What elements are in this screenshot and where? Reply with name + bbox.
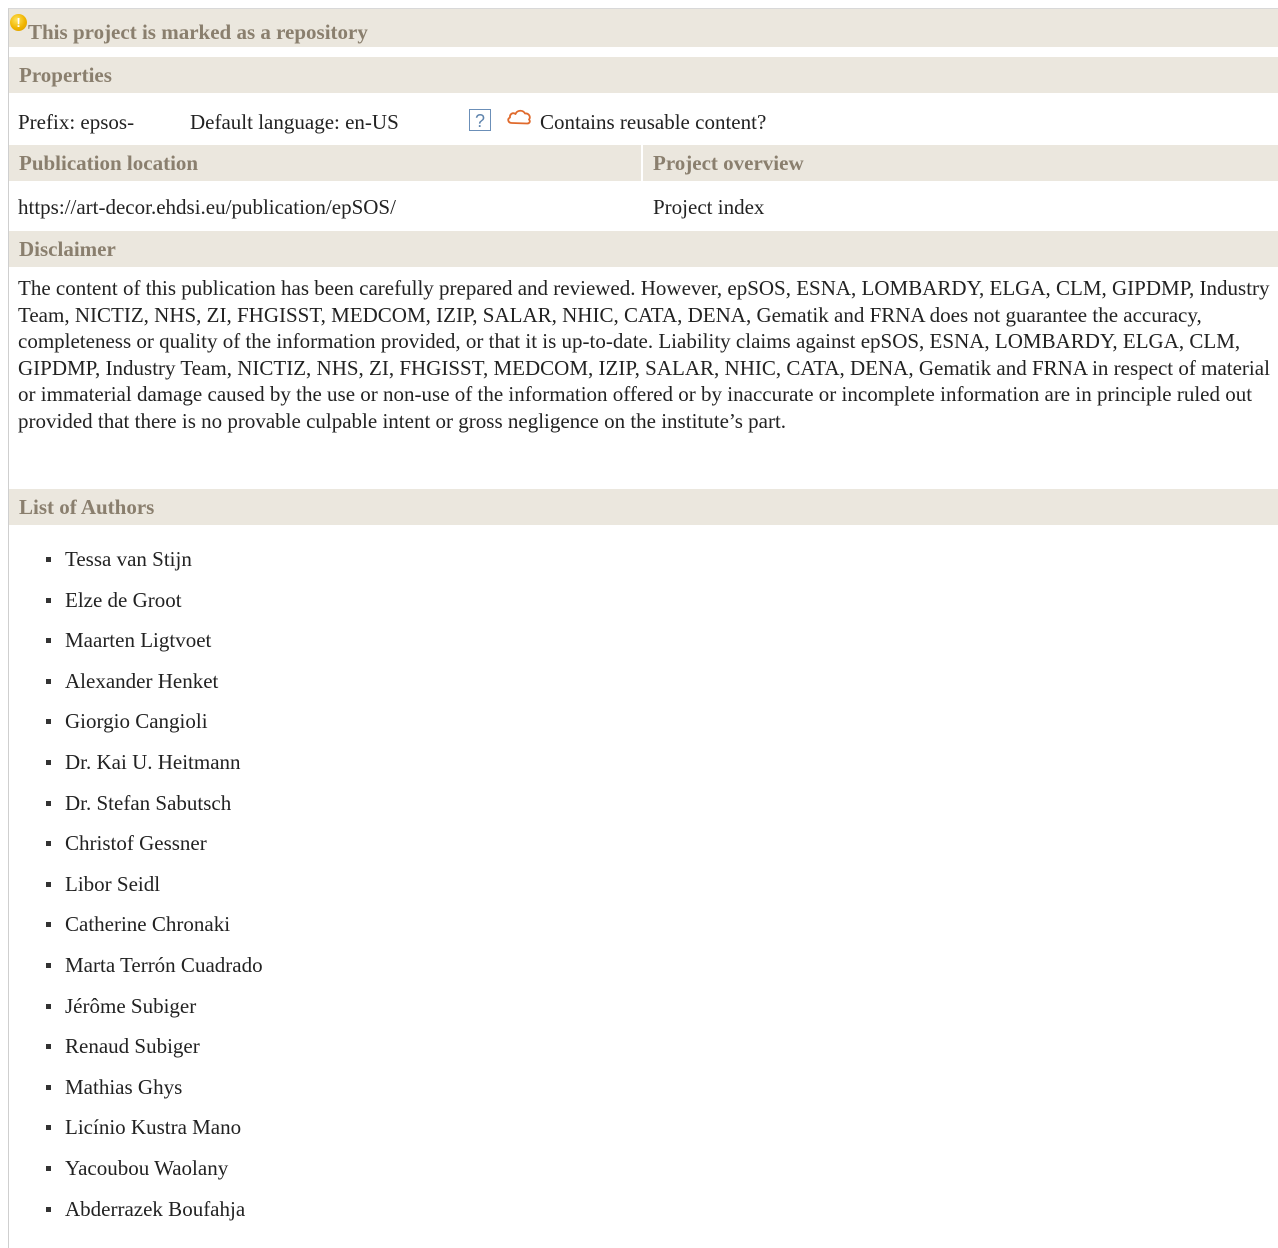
bullet-icon bbox=[46, 881, 51, 887]
warning-icon: ! bbox=[10, 14, 27, 31]
repository-notice-bar: ! This project is marked as a repository bbox=[9, 9, 1278, 47]
author-name: Alexander Henket bbox=[65, 668, 219, 693]
list-item: Tessa van Stijn bbox=[46, 543, 263, 584]
author-name: Jérôme Subiger bbox=[65, 993, 197, 1018]
bullet-icon bbox=[46, 962, 51, 968]
author-name: Christof Gessner bbox=[65, 831, 207, 856]
author-name: Dr. Stefan Sabutsch bbox=[65, 790, 232, 815]
author-name: Catherine Chronaki bbox=[65, 912, 231, 937]
bullet-icon bbox=[46, 557, 51, 562]
project-overview-header: Project overview bbox=[643, 145, 1278, 181]
default-language-label: Default language: en-US bbox=[190, 110, 399, 134]
author-name: Abderrazek Boufahja bbox=[65, 1196, 246, 1221]
bullet-icon bbox=[46, 1044, 51, 1050]
bullet-icon bbox=[46, 1125, 51, 1131]
disclaimer-text: The content of this publication has been… bbox=[18, 276, 1270, 433]
list-item: Licínio Kustra Mano bbox=[46, 1111, 263, 1152]
list-item: Jérôme Subiger bbox=[46, 990, 263, 1031]
bullet-icon bbox=[46, 678, 51, 684]
publication-location-header: Publication location bbox=[9, 145, 641, 181]
bullet-icon bbox=[46, 719, 51, 725]
list-item: Libor Seidl bbox=[46, 868, 263, 909]
bullet-icon bbox=[46, 1165, 51, 1171]
project-overview-header-text: Project overview bbox=[653, 151, 804, 175]
list-item: Renaud Subiger bbox=[46, 1030, 263, 1071]
author-name: Libor Seidl bbox=[65, 871, 161, 896]
author-name: Marta Terrón Cuadrado bbox=[65, 952, 263, 977]
repository-notice-text: This project is marked as a repository bbox=[28, 20, 368, 44]
list-item: Christof Gessner bbox=[46, 827, 263, 868]
author-name: Giorgio Cangioli bbox=[65, 709, 208, 734]
list-item: Alexander Henket bbox=[46, 665, 263, 706]
list-item: Catherine Chronaki bbox=[46, 908, 263, 949]
cloud-icon[interactable] bbox=[506, 108, 532, 126]
help-icon[interactable]: ? bbox=[469, 109, 491, 131]
authors-header-text: List of Authors bbox=[19, 495, 155, 519]
author-name: Mathias Ghys bbox=[65, 1074, 183, 1099]
author-name: Renaud Subiger bbox=[65, 1034, 200, 1059]
properties-header-text: Properties bbox=[19, 63, 112, 87]
list-item: Abderrazek Boufahja bbox=[46, 1193, 263, 1234]
prefix-label: Prefix: epsos- bbox=[18, 110, 135, 134]
bullet-icon bbox=[46, 597, 51, 603]
list-item: Maarten Ligtvoet bbox=[46, 624, 263, 665]
list-item: Dr. Kai U. Heitmann bbox=[46, 746, 263, 787]
project-index-link[interactable]: Project index bbox=[653, 194, 764, 220]
author-name: Tessa van Stijn bbox=[65, 547, 192, 571]
bullet-icon bbox=[46, 800, 51, 806]
properties-header: Properties bbox=[9, 57, 1278, 93]
bullet-icon bbox=[46, 1003, 51, 1009]
reusable-content-label: Contains reusable content? bbox=[540, 110, 767, 134]
bullet-icon bbox=[46, 1206, 51, 1212]
author-name: Dr. Kai U. Heitmann bbox=[65, 749, 241, 774]
bullet-icon bbox=[46, 1084, 51, 1090]
list-item: Dr. Stefan Sabutsch bbox=[46, 787, 263, 828]
list-item: Elze de Groot bbox=[46, 584, 263, 625]
publication-location-header-text: Publication location bbox=[19, 151, 199, 175]
bullet-icon bbox=[46, 922, 51, 928]
author-name: Elze de Groot bbox=[65, 587, 182, 612]
disclaimer-header: Disclaimer bbox=[9, 231, 1278, 267]
bullet-icon bbox=[46, 759, 51, 765]
list-item: Yacoubou Waolany bbox=[46, 1152, 263, 1193]
authors-list: Tessa van Stijn Elze de Groot Maarten Li… bbox=[46, 543, 263, 1233]
authors-header: List of Authors bbox=[9, 489, 1278, 525]
author-name: Licínio Kustra Mano bbox=[65, 1115, 242, 1140]
list-item: Marta Terrón Cuadrado bbox=[46, 949, 263, 990]
list-item: Mathias Ghys bbox=[46, 1071, 263, 1112]
author-name: Yacoubou Waolany bbox=[65, 1155, 229, 1180]
disclaimer-header-text: Disclaimer bbox=[19, 237, 116, 261]
publication-location-link[interactable]: https://art-decor.ehdsi.eu/publication/e… bbox=[18, 194, 396, 220]
list-item: Giorgio Cangioli bbox=[46, 705, 263, 746]
author-name: Maarten Ligtvoet bbox=[65, 628, 212, 653]
bullet-icon bbox=[46, 841, 51, 847]
bullet-icon bbox=[46, 638, 51, 644]
